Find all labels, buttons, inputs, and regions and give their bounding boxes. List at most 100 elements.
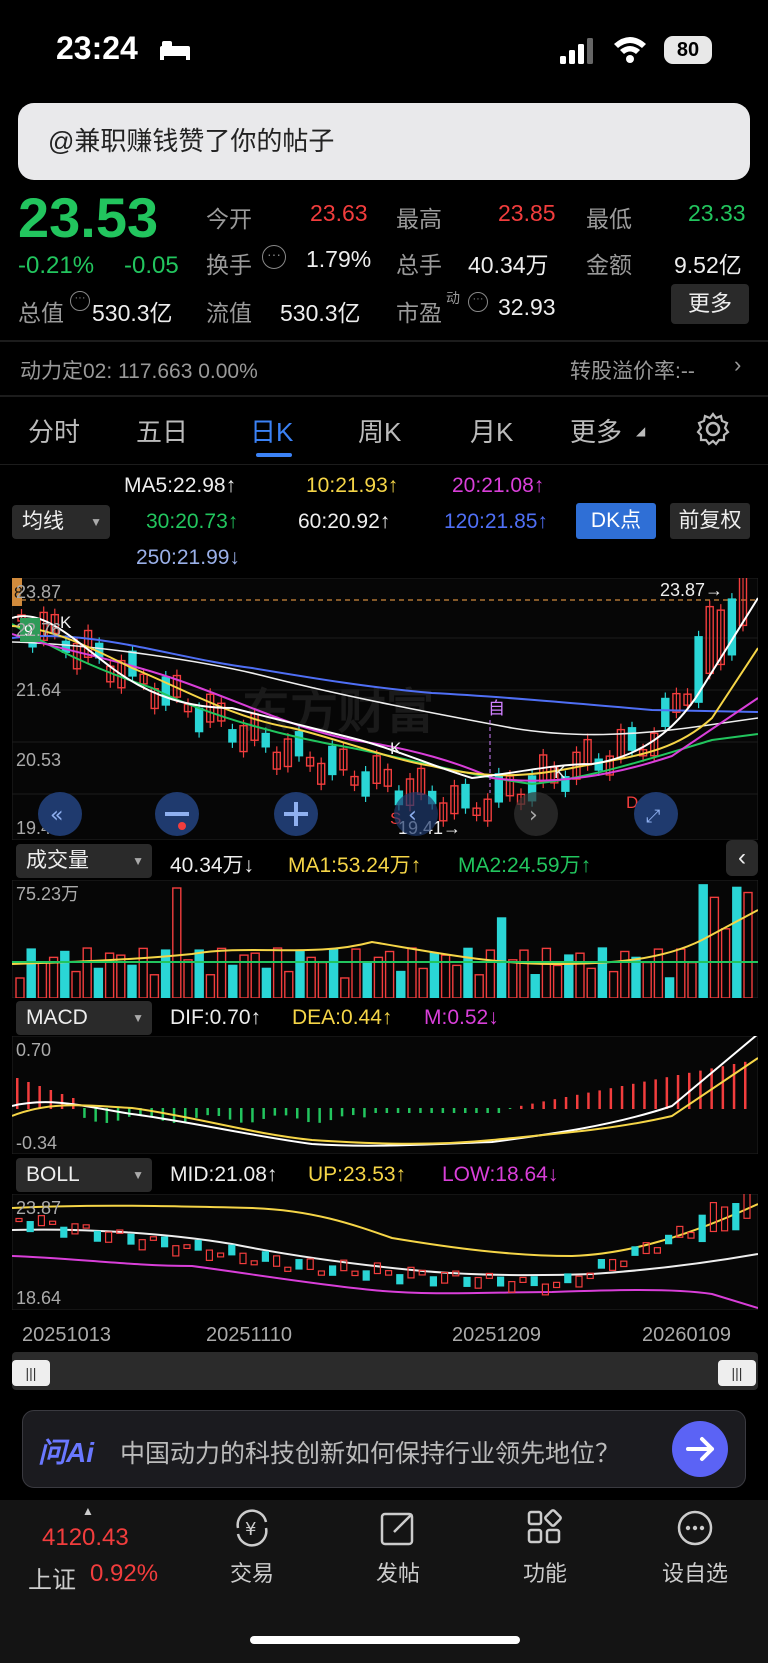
macd-bar bbox=[520, 1105, 523, 1109]
macd-bar bbox=[385, 1108, 389, 1113]
info-icon[interactable]: ··· bbox=[468, 292, 488, 312]
boll-candle bbox=[194, 1239, 202, 1251]
volume-value: 40.34万 bbox=[468, 252, 549, 278]
boll-low: LOW:18.64↓ bbox=[442, 1163, 559, 1186]
current-price: 23.53 bbox=[18, 186, 159, 249]
ask-ai-logo: 问Ai bbox=[38, 1437, 95, 1468]
volume-bar bbox=[631, 956, 641, 998]
candlestick-chart[interactable]: 东方财富 8 9 K K K 自 S D 23.87 22.76 21.64 2… bbox=[12, 578, 758, 840]
dk-point-button[interactable]: DK点 bbox=[576, 503, 656, 539]
volume-bar bbox=[295, 950, 305, 998]
volume-chart[interactable]: 75.23万 bbox=[12, 880, 758, 998]
volume-bar bbox=[463, 947, 473, 998]
macd-chart[interactable]: 0.70 -0.34 bbox=[12, 1036, 758, 1154]
date-label: 20251110 bbox=[206, 1324, 293, 1346]
macd-bar bbox=[116, 1108, 120, 1121]
macd-bar bbox=[83, 1108, 86, 1118]
volume-ma2: MA2:24.59万↑ bbox=[458, 854, 592, 877]
ma60-legend: 60:20.92↑ bbox=[298, 510, 391, 533]
caret-down-icon: ▼ bbox=[90, 515, 102, 529]
macd-bar bbox=[240, 1108, 243, 1123]
macd-bar bbox=[508, 1108, 512, 1109]
tab-weekly-k[interactable]: 周K bbox=[358, 412, 401, 449]
volume-indicator-selector[interactable]: 成交量 ▼ bbox=[16, 844, 152, 878]
ask-ai-question[interactable]: 中国动力的科技创新如何保持行业领先地位？ bbox=[120, 1434, 620, 1470]
index-value[interactable]: 4120.43 bbox=[42, 1524, 129, 1552]
tab-monthly-k[interactable]: 月K bbox=[470, 412, 513, 449]
low-value: 23.33 bbox=[688, 200, 746, 226]
notification-banner[interactable]: @兼职赚钱赞了你的帖子 bbox=[18, 103, 750, 180]
tab-more[interactable]: 更多 bbox=[570, 412, 622, 449]
macd-bar bbox=[564, 1097, 568, 1109]
change-amount: -0.05 bbox=[124, 252, 179, 279]
boll-candle bbox=[26, 1221, 34, 1233]
amount-value: 9.52亿 bbox=[674, 252, 742, 278]
ask-ai-send-button[interactable] bbox=[672, 1421, 728, 1477]
gear-icon[interactable] bbox=[696, 412, 730, 446]
index-percent[interactable]: 0.92% bbox=[90, 1560, 158, 1588]
more-dots-icon bbox=[677, 1510, 713, 1546]
status-time: 23:24 bbox=[56, 30, 138, 66]
nav-post[interactable]: 发帖 bbox=[358, 1506, 438, 1588]
candle bbox=[194, 707, 204, 733]
y-label: 22.76 bbox=[16, 620, 61, 640]
caret-down-icon: ▼ bbox=[132, 1168, 144, 1182]
volume-bar bbox=[93, 967, 104, 998]
boll-indicator-selector[interactable]: BOLL ▼ bbox=[16, 1158, 152, 1192]
boll-candle bbox=[597, 1259, 606, 1269]
chevron-right-icon[interactable]: › bbox=[734, 352, 741, 378]
ma10-legend: 10:21.93↑ bbox=[306, 474, 399, 497]
nav-trade[interactable]: ¥ 交易 bbox=[212, 1506, 292, 1588]
yen-exchange-icon: ¥ bbox=[236, 1509, 268, 1547]
boll-chart[interactable]: 23.87 18.64 bbox=[12, 1194, 758, 1310]
caret-down-icon: ▼ bbox=[132, 854, 144, 868]
sleep-mode-icon bbox=[160, 41, 190, 60]
tab-daily-k[interactable]: 日K bbox=[250, 412, 293, 449]
boll-candle bbox=[329, 1265, 337, 1276]
macd-bar bbox=[251, 1108, 254, 1123]
more-button[interactable]: 更多 bbox=[671, 284, 749, 324]
volume-bar bbox=[429, 952, 440, 998]
macd-bar bbox=[363, 1108, 366, 1118]
tab-fenshi[interactable]: 分时 bbox=[28, 412, 80, 449]
status-bar: 23:24 80 bbox=[0, 0, 768, 100]
nav-watchlist[interactable]: 设自选 bbox=[650, 1506, 740, 1588]
candle bbox=[328, 745, 337, 776]
high-value: 23.85 bbox=[498, 200, 556, 226]
macd-bar bbox=[475, 1108, 478, 1113]
candle bbox=[261, 732, 270, 748]
tab-wuri[interactable]: 五日 bbox=[136, 412, 188, 449]
range-handle-left[interactable]: ||| bbox=[12, 1360, 50, 1386]
volume-value: 40.34万↓ bbox=[170, 854, 255, 877]
volume-label: 总手 bbox=[396, 252, 442, 278]
macd-bar bbox=[296, 1108, 299, 1119]
ma120-legend: 120:21.85↑ bbox=[444, 510, 548, 533]
macd-bar bbox=[27, 1082, 30, 1109]
macd-bar bbox=[38, 1086, 41, 1109]
turnover-label: 换手 bbox=[206, 252, 252, 278]
range-handle-right[interactable]: ||| bbox=[718, 1360, 756, 1386]
conversion-premium[interactable]: 转股溢价率:-- bbox=[570, 355, 695, 385]
info-icon[interactable]: ··· bbox=[70, 291, 90, 311]
macd-bar bbox=[542, 1101, 545, 1109]
boll-candle bbox=[732, 1203, 740, 1231]
caret-up-icon: ▲ bbox=[82, 1504, 94, 1518]
collapse-panel-button[interactable]: ‹ bbox=[726, 840, 758, 876]
nav-functions-label: 功能 bbox=[522, 1561, 567, 1586]
adjust-price-button[interactable]: 前复权 bbox=[670, 503, 750, 539]
macd-bar bbox=[217, 1108, 221, 1116]
info-icon[interactable]: ··· bbox=[262, 245, 286, 269]
macd-bar bbox=[352, 1108, 355, 1116]
svg-text:«: « bbox=[50, 803, 63, 828]
macd-dea: DEA:0.44↑ bbox=[292, 1006, 393, 1029]
range-slider-track[interactable] bbox=[12, 1352, 758, 1390]
mcap-value: 530.3亿 bbox=[92, 300, 173, 326]
nav-functions[interactable]: 功能 bbox=[505, 1506, 585, 1588]
index-name[interactable]: 上证 bbox=[28, 1560, 76, 1595]
macd-bar bbox=[262, 1108, 265, 1119]
macd-bar bbox=[150, 1108, 153, 1117]
macd-bar bbox=[598, 1090, 601, 1109]
indicator-selector-ma[interactable]: 均线 ▼ bbox=[12, 505, 110, 539]
selector-label: 均线 bbox=[22, 510, 64, 533]
macd-indicator-selector[interactable]: MACD ▼ bbox=[16, 1001, 152, 1035]
